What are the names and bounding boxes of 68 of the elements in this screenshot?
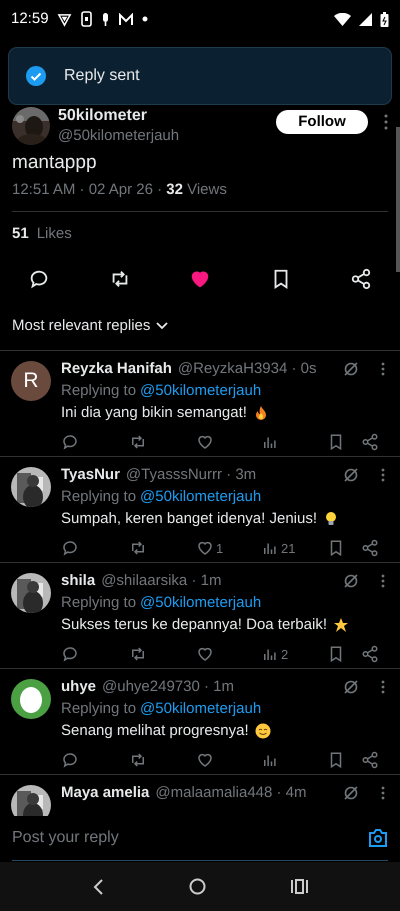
- signal-icon: [359, 12, 372, 26]
- author-handle: @50kilometerjauh: [58, 126, 180, 146]
- share-icon[interactable]: [350, 268, 372, 290]
- replying-to-label: Replying to: [61, 487, 136, 507]
- chevron-down-icon[interactable]: [156, 322, 168, 330]
- likes-count: 51: [12, 224, 29, 244]
- heart-icon[interactable]: [196, 433, 214, 452]
- dot-icon: [142, 16, 148, 22]
- replying-to-label: Replying to: [61, 593, 136, 613]
- slashed-circle-icon[interactable]: [343, 573, 359, 589]
- post-meta: 12:51 AM · 02 Apr 26 · 32 Views: [12, 180, 228, 200]
- more-icon[interactable]: [381, 468, 385, 482]
- status-time: 12:59: [11, 8, 49, 29]
- more-icon[interactable]: [381, 786, 385, 800]
- replying-to-label: Replying to: [61, 381, 136, 401]
- author-name: 50kilometer: [58, 106, 148, 126]
- reply-handle: @uhye249730 · 1m: [102, 678, 235, 696]
- wifi-icon: [334, 12, 351, 26]
- replying-to-label: Replying to: [61, 699, 136, 719]
- reply-handle: @shilaarsika · 1m: [101, 572, 222, 590]
- camera-icon[interactable]: [368, 829, 388, 847]
- slashed-circle-icon[interactable]: [343, 679, 359, 695]
- mail-icon: [118, 12, 134, 26]
- slashed-circle-icon[interactable]: [343, 785, 359, 801]
- reply-author-name: Reyzka Hanifah: [61, 360, 172, 378]
- more-icon[interactable]: [381, 574, 385, 588]
- phone-icon: [80, 11, 93, 27]
- back-icon[interactable]: [92, 878, 104, 894]
- toast-message: Reply sent: [64, 66, 140, 86]
- likes-label: Likes: [36, 224, 72, 244]
- reply-author-name: uhye: [61, 678, 96, 696]
- battery-icon: [380, 12, 389, 26]
- more-icon[interactable]: [381, 680, 385, 694]
- reply-handle: @TyasssNurrr · 3m: [126, 466, 258, 484]
- mention-link[interactable]: @50kilometerjauh: [140, 592, 262, 614]
- reply-handle: @ReyzkaH3934 · 0s: [178, 360, 318, 378]
- heart-icon[interactable]: [196, 645, 214, 664]
- reply-text: Ini dia yang bikin semangat!: [61, 403, 247, 423]
- reply-icon[interactable]: [28, 268, 50, 290]
- mention-link[interactable]: @50kilometerjauh: [140, 380, 262, 402]
- heart-icon[interactable]: [196, 751, 214, 770]
- like-count: 1: [216, 540, 224, 558]
- more-icon[interactable]: [381, 362, 385, 376]
- more-icon[interactable]: [384, 114, 388, 130]
- mic-icon: [100, 12, 110, 26]
- heart-icon[interactable]: [196, 539, 214, 558]
- home-icon[interactable]: [188, 878, 206, 895]
- post-text: mantappp: [12, 151, 98, 175]
- reply-author-name: Maya amelia: [61, 784, 150, 802]
- sort-dropdown[interactable]: Most relevant replies: [12, 314, 150, 338]
- reply-handle: @malaamalia448 · 4m: [155, 784, 308, 802]
- reply-text: Senang melihat progresnya!: [61, 721, 249, 741]
- slashed-circle-icon[interactable]: [343, 361, 359, 377]
- reply-text: Sukses terus ke depannya! Doa terbaik!: [61, 615, 327, 635]
- shield-icon: [56, 12, 72, 26]
- view-count: 21: [281, 540, 296, 558]
- mention-link[interactable]: @50kilometerjauh: [140, 486, 262, 508]
- reply-author-name: shila: [61, 572, 96, 590]
- view-count: 2: [281, 646, 288, 664]
- avatar: R: [11, 361, 51, 401]
- follow-button[interactable]: Follow: [276, 110, 368, 134]
- reply-text: Sumpah, keren banget idenya! Jenius!: [61, 509, 318, 529]
- recents-icon[interactable]: [290, 879, 308, 894]
- avatar-egg-icon: [11, 679, 51, 719]
- reply-author-name: TyasNur: [61, 466, 120, 484]
- slashed-circle-icon[interactable]: [343, 467, 359, 483]
- mention-link[interactable]: @50kilometerjauh: [140, 698, 262, 720]
- reply-input[interactable]: Post your reply: [12, 826, 368, 850]
